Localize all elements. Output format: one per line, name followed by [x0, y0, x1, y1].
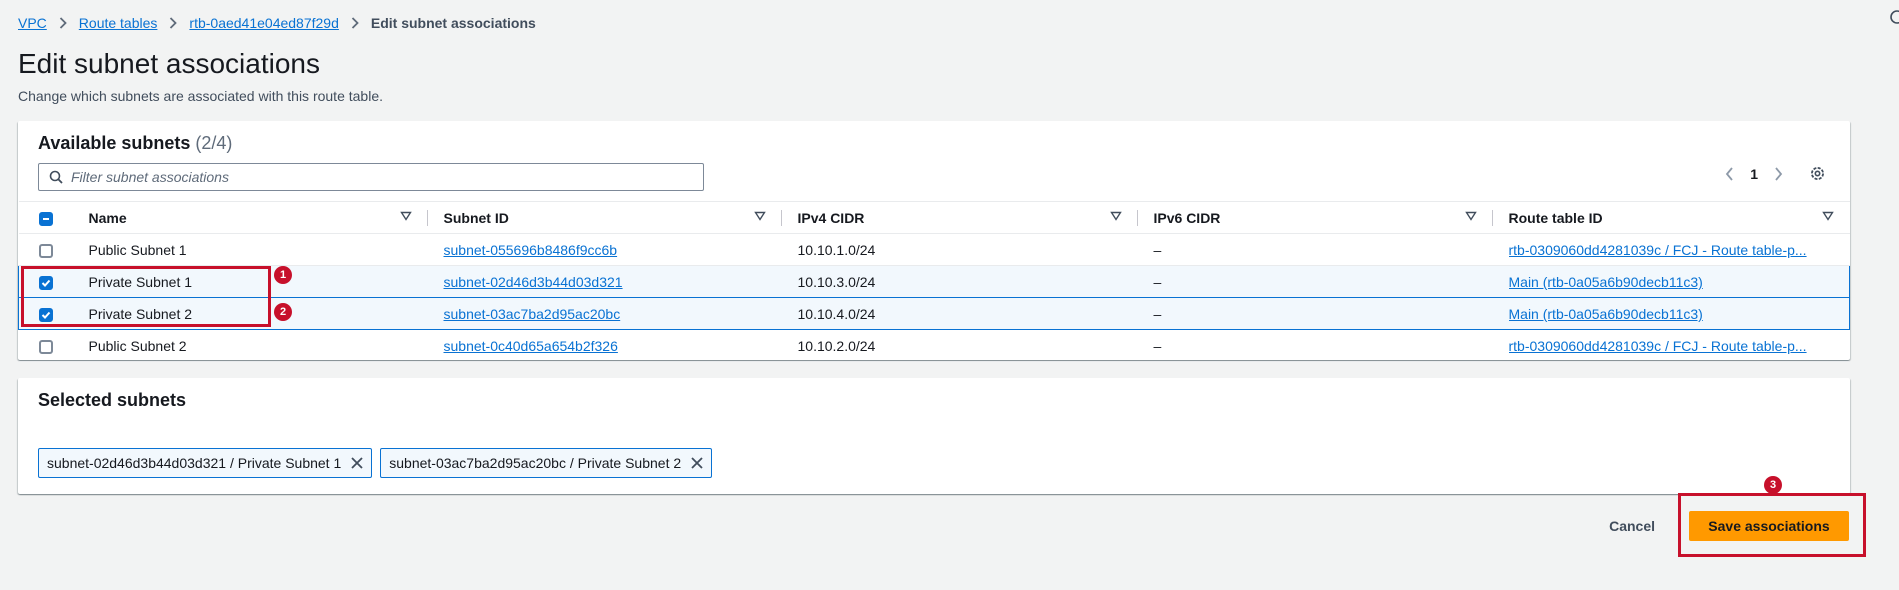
row-ipv6: – — [1137, 265, 1493, 298]
row-ipv4: 10.10.2.0/24 — [781, 329, 1138, 362]
sort-caret-icon[interactable] — [1464, 211, 1477, 221]
row-ipv4: 10.10.3.0/24 — [781, 265, 1138, 298]
table-row[interactable]: Private Subnet 2 subnet-03ac7ba2d95ac20b… — [18, 297, 1850, 330]
sort-caret-icon[interactable] — [399, 211, 412, 221]
page-title: Edit subnet associations — [18, 48, 320, 79]
sort-caret-icon[interactable] — [753, 211, 766, 221]
breadcrumb-route-tables[interactable]: Route tables — [79, 15, 158, 31]
annotation-badge-1: 1 — [274, 266, 292, 284]
available-subnets-title: Available subnets — [38, 133, 191, 153]
route-table-link[interactable]: Main (rtb-0a05a6b90decb11c3) — [1509, 274, 1703, 290]
selected-subnets-tokens: subnet-02d46d3b44d03d321 / Private Subne… — [38, 448, 713, 478]
breadcrumb-current: Edit subnet associations — [370, 15, 536, 31]
available-subnets-header: Available subnets (2/4) — [38, 133, 232, 154]
subnet-id-link[interactable]: subnet-055696b8486f9cc6b — [444, 242, 618, 258]
close-icon[interactable] — [351, 457, 363, 469]
select-all-checkbox[interactable] — [38, 211, 53, 226]
annotation-badge-3: 3 — [1764, 476, 1782, 494]
column-header-ipv6[interactable]: IPv6 CIDR — [1137, 201, 1493, 234]
column-header-route-table[interactable]: Route table ID — [1492, 201, 1850, 234]
row-name: Public Subnet 2 — [72, 329, 428, 362]
filter-box[interactable] — [38, 163, 704, 191]
column-header-ipv4[interactable]: IPv4 CIDR — [781, 201, 1138, 234]
row-ipv6: – — [1137, 233, 1493, 266]
subnet-id-link[interactable]: subnet-0c40d65a654b2f326 — [444, 338, 618, 354]
annotation-highlight-rows — [21, 266, 271, 327]
search-icon — [49, 170, 63, 184]
table-header-row: Name Subnet ID IPv4 CIDR IPv6 CIDR Route… — [18, 201, 1850, 234]
selected-subnets-title: Selected subnets — [38, 390, 187, 410]
selected-subnets-panel: Selected subnets subnet-02d46d3b44d03d32… — [18, 378, 1850, 494]
breadcrumb: VPC Route tables rtb-0aed41e04ed87f29d E… — [18, 15, 536, 31]
selected-subnet-token: subnet-02d46d3b44d03d321 / Private Subne… — [38, 448, 373, 478]
subnet-id-link[interactable]: subnet-02d46d3b44d03d321 — [444, 274, 623, 290]
pagination: 1 — [1725, 165, 1826, 182]
column-header-name[interactable]: Name — [72, 201, 428, 234]
selected-subnet-token: subnet-03ac7ba2d95ac20bc / Private Subne… — [380, 448, 713, 478]
info-panel-icon[interactable] — [1885, 8, 1899, 26]
row-checkbox[interactable] — [38, 243, 53, 258]
table-row[interactable]: Public Subnet 1 subnet-055696b8486f9cc6b… — [18, 233, 1850, 266]
row-ipv6: – — [1137, 329, 1493, 362]
subnet-id-link[interactable]: subnet-03ac7ba2d95ac20bc — [444, 306, 621, 322]
row-checkbox[interactable] — [38, 339, 53, 354]
row-name: Public Subnet 1 — [72, 233, 428, 266]
route-table-link[interactable]: rtb-0309060dd4281039c / FCJ - Route tabl… — [1509, 338, 1807, 354]
sort-caret-icon[interactable] — [1109, 211, 1122, 221]
available-subnets-panel: Available subnets (2/4) 1 — [18, 121, 1850, 362]
select-all-cell — [18, 201, 73, 234]
column-header-subnet-id[interactable]: Subnet ID — [427, 201, 782, 234]
cancel-button[interactable]: Cancel — [1609, 518, 1655, 534]
route-table-link[interactable]: Main (rtb-0a05a6b90decb11c3) — [1509, 306, 1703, 322]
close-icon[interactable] — [691, 457, 703, 469]
available-subnets-count: (2/4) — [195, 133, 233, 153]
route-table-link[interactable]: rtb-0309060dd4281039c / FCJ - Route tabl… — [1509, 242, 1807, 258]
filter-input[interactable] — [71, 169, 671, 185]
page-description: Change which subnets are associated with… — [18, 88, 383, 104]
breadcrumb-route-table-id[interactable]: rtb-0aed41e04ed87f29d — [189, 15, 338, 31]
chevron-left-icon[interactable] — [1725, 166, 1734, 181]
chevron-right-icon — [59, 17, 67, 29]
chevron-right-icon — [351, 17, 359, 29]
chevron-right-icon[interactable] — [1774, 166, 1783, 181]
breadcrumb-vpc[interactable]: VPC — [18, 15, 47, 31]
chevron-right-icon — [169, 17, 178, 29]
row-ipv4: 10.10.4.0/24 — [781, 297, 1138, 330]
subnets-table: Name Subnet ID IPv4 CIDR IPv6 CIDR Route… — [18, 201, 1850, 362]
sort-caret-icon[interactable] — [1821, 211, 1834, 221]
table-row[interactable]: Public Subnet 2 subnet-0c40d65a654b2f326… — [18, 329, 1850, 362]
annotation-highlight-save — [1678, 493, 1866, 557]
row-ipv4: 10.10.1.0/24 — [781, 233, 1138, 266]
page-number[interactable]: 1 — [1750, 166, 1758, 182]
table-row[interactable]: Private Subnet 1 subnet-02d46d3b44d03d32… — [18, 265, 1850, 298]
gear-icon[interactable] — [1809, 165, 1826, 182]
row-ipv6: – — [1137, 297, 1493, 330]
annotation-badge-2: 2 — [274, 303, 292, 321]
